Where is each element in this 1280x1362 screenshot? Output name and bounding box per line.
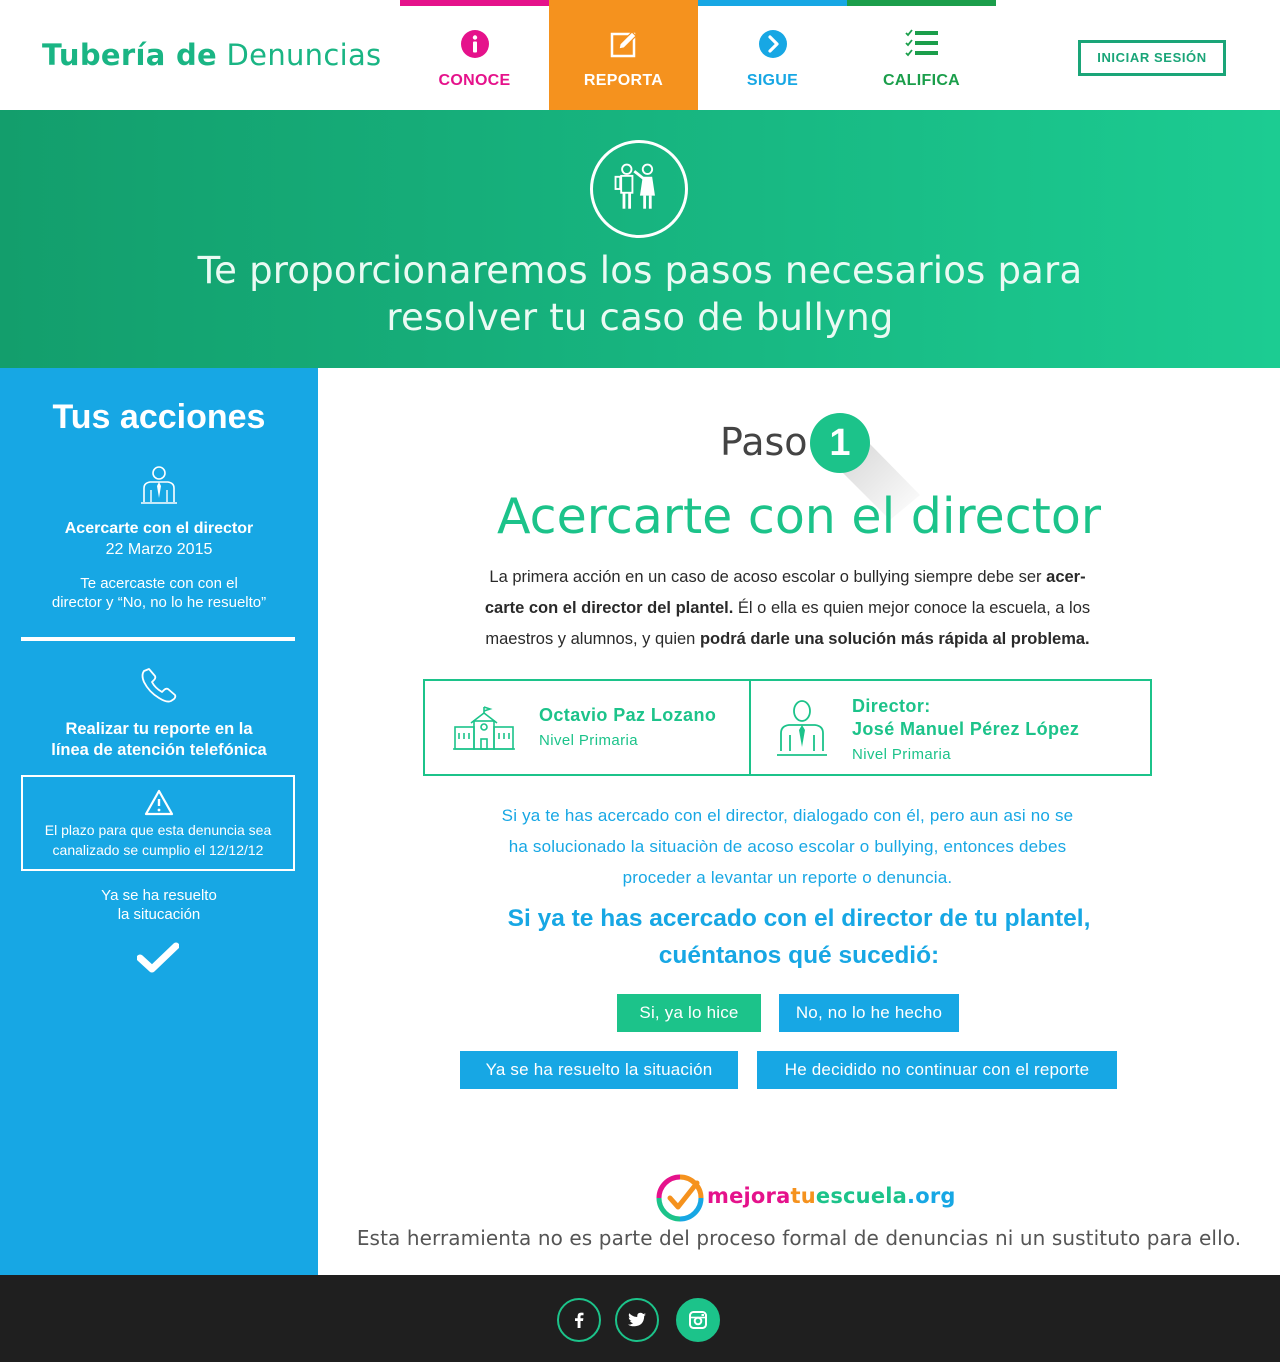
school-info: Octavio Paz Lozano Nivel Primaria [425, 681, 751, 774]
question-heading: Si ya te has acercado con el director de… [318, 900, 1280, 974]
checklist-icon [904, 29, 938, 57]
action1-date: 22 Marzo 2015 [105, 541, 213, 558]
twitter-icon [628, 1312, 646, 1327]
school-level: Nivel Primaria [539, 732, 638, 749]
director-info: Director: José Manuel Pérez López Nivel … [751, 681, 1150, 774]
brand-part4: .org [907, 1184, 956, 1208]
nav-sigue[interactable]: SIGUE [698, 0, 847, 110]
paso-label: Paso [720, 420, 808, 464]
facebook-icon [575, 1312, 584, 1328]
intro-text-1: La primera acción en un caso de acoso es… [489, 568, 1047, 586]
logo-light-text: Denuncias [226, 38, 382, 72]
stop-report-button[interactable]: He decidido no continuar con el reporte [757, 1051, 1117, 1089]
action3-line1: Ya se ha resuelto [101, 887, 217, 904]
facebook-link[interactable] [557, 1298, 601, 1342]
disclaimer-text: Esta herramienta no es parte del proceso… [356, 1226, 1242, 1250]
step-title: Acercarte con el director [497, 488, 1101, 545]
intro-bold-1: acer- [1046, 568, 1086, 586]
nav-califica[interactable]: CALIFICA [847, 0, 996, 110]
director-icon [141, 466, 177, 504]
instagram-icon [689, 1311, 707, 1329]
resolved-button[interactable]: Ya se ha resuelto la situación [460, 1051, 738, 1089]
info-paragraph: Si ya te has acercado con el director, d… [455, 800, 1120, 893]
check-icon [137, 942, 179, 973]
logo-bold-text: Tubería de [42, 38, 218, 72]
warning-icon [144, 789, 174, 816]
action3-line2: la situcación [117, 906, 201, 923]
hero-title-line2: resolver tu caso de bullyng [386, 296, 894, 339]
login-button[interactable]: INICIAR SESIÓN [1078, 40, 1226, 76]
nav-sigue-bar [698, 0, 847, 6]
sidebar-divider [21, 637, 295, 641]
bullying-icon [590, 140, 688, 238]
info-line1: Si ya te has acercado con el director, d… [501, 806, 1074, 825]
action2-title-line2: línea de atención telefónica [51, 741, 267, 759]
info-line3: proceder a levantar un reporte o denunci… [622, 868, 953, 887]
intro-paragraph: La primera acción en un caso de acoso es… [455, 562, 1120, 655]
director-label: Director: [852, 696, 931, 716]
nav-reporta-label: REPORTA [583, 72, 664, 89]
deadline-warning: El plazo para que esta denuncia sea cana… [21, 775, 295, 871]
chevron-right-icon [758, 30, 787, 58]
twitter-link[interactable] [615, 1298, 659, 1342]
mejoratuescuela-logo-icon [656, 1174, 704, 1222]
site-logo[interactable]: Tubería de Denuncias [42, 38, 381, 72]
director-icon [777, 700, 827, 756]
nav-conoce-bar [400, 0, 549, 6]
director-name: José Manuel Pérez López [852, 719, 1080, 739]
nav-sigue-label: SIGUE [746, 72, 799, 89]
yes-done-button[interactable]: Si, ya lo hice [617, 994, 761, 1032]
action1-title: Acercarte con el director [64, 520, 254, 537]
intro-text-2: Él o ella es quien mejor conoce la escue… [733, 599, 1091, 617]
school-director-card: Octavio Paz Lozano Nivel Primaria Direct… [423, 679, 1152, 776]
not-done-button[interactable]: No, no lo he hecho [779, 994, 959, 1032]
brand-part1: mejora [707, 1184, 791, 1208]
actions-sidebar: Tus acciones Acercarte con el director 2… [0, 368, 318, 1275]
info-line2: ha solucionado la situaciòn de acoso esc… [508, 837, 1067, 856]
brand-part2: tu [790, 1184, 816, 1208]
hero-title-line1: Te proporcionaremos los pasos necesarios… [197, 249, 1083, 292]
nav-conoce[interactable]: CONOCE [400, 0, 549, 110]
school-name: Octavio Paz Lozano [539, 705, 717, 725]
warning-line1: El plazo para que esta denuncia sea [44, 822, 272, 838]
director-level: Nivel Primaria [852, 746, 951, 763]
paso-number: 1 [810, 413, 870, 473]
sidebar-title: Tus acciones [52, 398, 266, 436]
action2-title-line1: Realizar tu reporte en la [65, 720, 253, 738]
nav-califica-label: CALIFICA [882, 72, 961, 89]
brand-part3: escuela [815, 1184, 908, 1208]
school-icon [453, 706, 515, 750]
info-icon [460, 30, 489, 58]
phone-icon [141, 668, 177, 703]
instagram-link[interactable] [676, 1298, 720, 1342]
nav-reporta[interactable]: REPORTA [549, 0, 698, 110]
action1-note-line1: Te acercaste con con el [80, 575, 238, 592]
nav-conoce-label: CONOCE [438, 72, 511, 89]
main-nav: CONOCE REPORTA SIGUE CALIFICA [400, 0, 996, 110]
brand-name: mejoratuescuela.org [707, 1184, 956, 1208]
action1-note-line2: director y “No, no lo he resuelto” [51, 594, 267, 611]
intro-bold-2: carte con el director del plantel. [484, 599, 734, 617]
hero-title: Te proporcionaremos los pasos necesarios… [0, 247, 1280, 341]
warning-line2: canalizado se cumplio el 12/12/12 [52, 842, 264, 858]
mejoratuescuela-logo[interactable]: mejoratuescuela.org [655, 1173, 955, 1223]
intro-text-3: maestros y alumnos, y quien [485, 630, 700, 648]
hero-banner: Te proporcionaremos los pasos necesarios… [0, 110, 1280, 368]
nav-califica-bar [847, 0, 996, 6]
edit-icon [610, 31, 637, 58]
question-line1: Si ya te has acercado con el director de… [507, 905, 1091, 932]
question-line2: cuéntanos qué sucedió: [658, 942, 940, 969]
top-header: Tubería de Denuncias CONOCE REPORTA SIGU… [0, 0, 1280, 110]
intro-bold-3: podrá darle una solución más rápida al p… [699, 630, 1090, 648]
